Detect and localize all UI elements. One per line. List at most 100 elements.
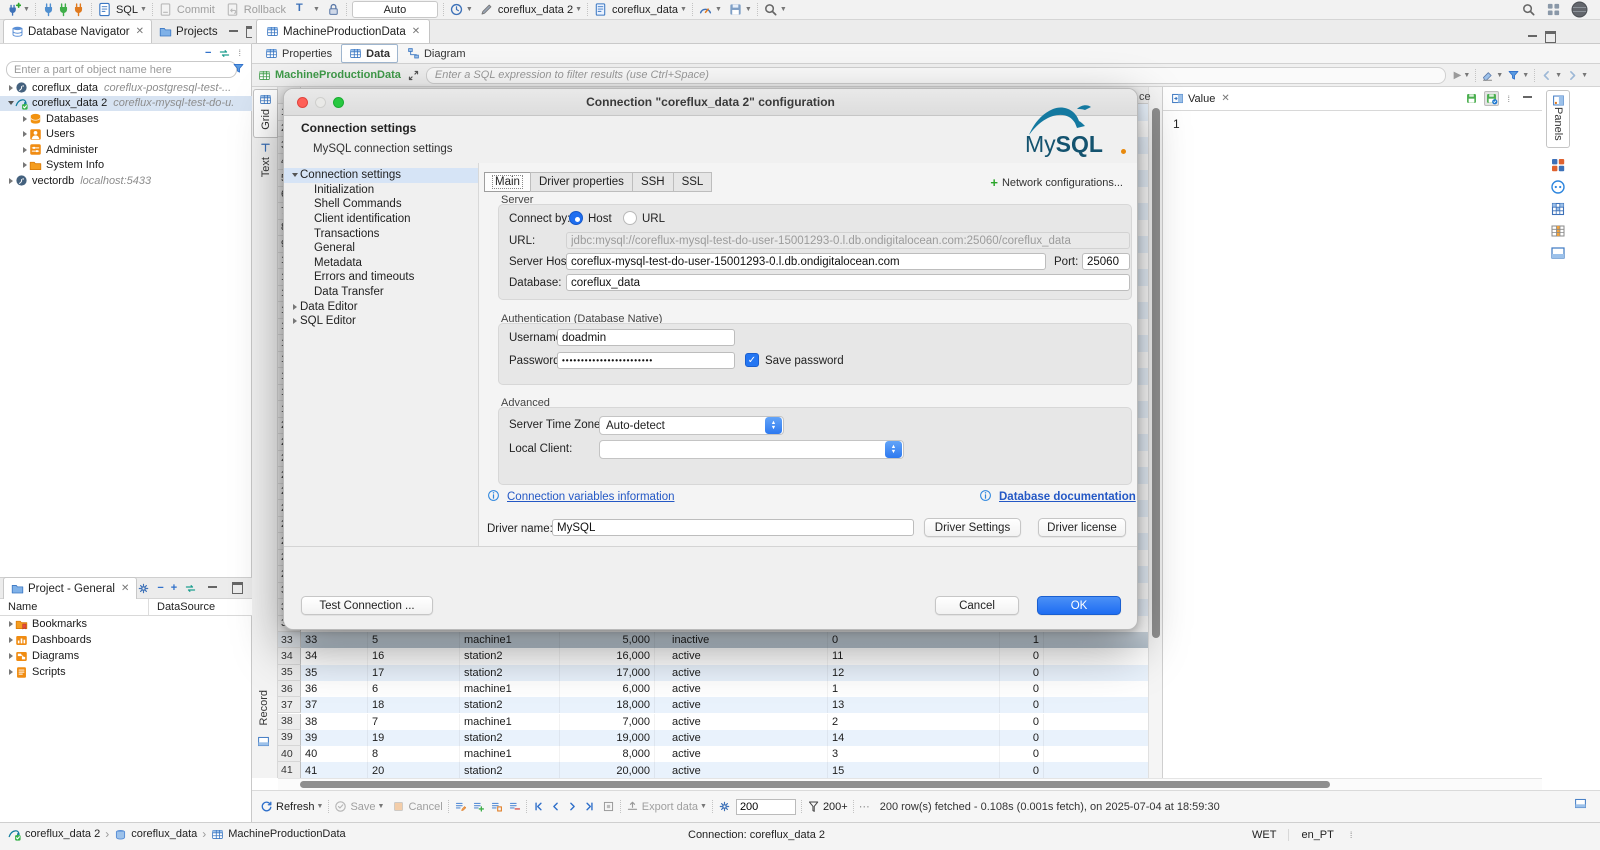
overflow-dots[interactable]: ⋯ — [859, 800, 870, 813]
table-cell[interactable]: 8 — [368, 746, 460, 763]
table-cell[interactable]: 0 — [1000, 648, 1044, 665]
database-field[interactable] — [566, 274, 1130, 291]
copy-row-icon[interactable] — [490, 800, 503, 813]
subtab-diagram[interactable]: Diagram — [400, 45, 473, 62]
dialog-tree-item-sql-editor[interactable]: SQL Editor — [284, 314, 478, 329]
table-cell[interactable]: 33 — [301, 632, 368, 649]
local-client-select[interactable]: ▲ ▼ — [599, 440, 904, 459]
dialog-tab-ssl[interactable]: SSL — [672, 172, 713, 192]
table-cell[interactable]: 16 — [368, 648, 460, 665]
panels-toggle-button[interactable]: Panels — [1546, 90, 1570, 148]
new-connection-icon[interactable] — [6, 2, 21, 17]
history-icon[interactable] — [449, 2, 464, 17]
filter-funnel-icon[interactable] — [232, 62, 245, 75]
table-cell[interactable]: 0 — [1000, 680, 1044, 698]
table-cell[interactable]: 3 — [828, 746, 1000, 763]
locale-label[interactable]: en_PT — [1288, 829, 1345, 841]
table-cell[interactable]: active — [664, 697, 828, 714]
table-cell[interactable]: 40 — [301, 746, 368, 763]
export-icon[interactable] — [728, 2, 743, 17]
driver-name-field[interactable] — [552, 519, 914, 536]
rollback-icon[interactable] — [225, 2, 240, 17]
table-cell[interactable]: machine1 — [460, 746, 560, 763]
dialog-tree-item-data-transfer[interactable]: Data Transfer — [284, 285, 478, 300]
save-password-checkbox[interactable]: ✓ — [745, 353, 759, 367]
status-menu-icon[interactable]: ⁞ — [1350, 830, 1354, 840]
table-cell[interactable]: 6,000 — [560, 680, 655, 698]
table-cell[interactable]: 0 — [828, 632, 1000, 649]
table-row[interactable]: 33 33 5 machine1 5,000 inactive 0 1 — [278, 632, 1162, 649]
minimize-icon[interactable] — [228, 29, 238, 35]
timezone-select[interactable]: Auto-detect ▲ ▼ — [599, 416, 784, 435]
dashboard-icon[interactable] — [698, 2, 713, 17]
sql-editor-label[interactable]: SQL — [116, 4, 138, 16]
refresh-icon[interactable] — [260, 800, 273, 813]
expand-filter-icon[interactable] — [407, 69, 420, 82]
table-cell[interactable]: 38 — [301, 713, 368, 730]
breadcrumb-item[interactable]: coreflux_data 2 — [8, 828, 100, 841]
table-cell[interactable]: 0 — [1000, 664, 1044, 681]
refresh-label[interactable]: Refresh — [276, 801, 315, 813]
table-cell[interactable]: 2 — [828, 713, 1000, 730]
save-label[interactable]: Save — [350, 801, 375, 813]
first-row-icon[interactable] — [532, 800, 545, 813]
metadata-panel-icon[interactable] — [1550, 157, 1566, 173]
driver-license-button[interactable]: Driver license — [1038, 518, 1126, 537]
row-number[interactable]: 40 — [278, 746, 301, 763]
dialog-tree-item-transactions[interactable]: Transactions — [284, 226, 478, 241]
cancel-label[interactable]: Cancel — [408, 801, 442, 813]
last-row-icon[interactable] — [583, 800, 596, 813]
table-cell[interactable]: machine1 — [460, 713, 560, 730]
dialog-tree-item-shell-commands[interactable]: Shell Commands — [284, 197, 478, 212]
zoom-traffic-light[interactable] — [333, 97, 344, 108]
value-content[interactable]: 1 — [1163, 111, 1542, 131]
sidebar-item-coreflux-data[interactable]: coreflux_data coreflux-postgresql-test-..… — [0, 80, 252, 96]
apps-grid-icon[interactable] — [1546, 2, 1561, 17]
table-cell[interactable]: 5 — [368, 632, 460, 649]
horizontal-scrollbar[interactable] — [278, 778, 1542, 790]
connect-icon[interactable] — [41, 2, 56, 17]
table-cell[interactable]: 11 — [828, 648, 1000, 665]
maximize-icon[interactable] — [232, 582, 244, 594]
table-cell[interactable]: 41 — [301, 762, 368, 778]
table-cell[interactable]: 15 — [828, 762, 1000, 778]
table-row[interactable]: 37 37 18 station2 18,000 active 13 0 — [278, 697, 1162, 714]
scrollbar-thumb[interactable] — [300, 781, 1330, 788]
table-cell[interactable]: 6 — [368, 680, 460, 698]
row-number[interactable]: 36 — [278, 680, 301, 698]
collapse-all-icon[interactable]: − — [205, 47, 211, 59]
apply-filter-icon[interactable]: ▶ — [1454, 70, 1462, 81]
port-field[interactable] — [1082, 253, 1130, 270]
table-cell[interactable]: 18 — [368, 697, 460, 714]
table-cell[interactable]: station2 — [460, 729, 560, 747]
sidebar-item-databases[interactable]: Databases — [0, 111, 252, 127]
dialog-tab-driver-properties[interactable]: Driver properties — [529, 172, 633, 192]
sidebar-item-coreflux-data-2[interactable]: coreflux_data 2 coreflux-mysql-test-do-u. — [0, 95, 252, 111]
table-cell[interactable]: 17,000 — [560, 664, 655, 681]
table-name-label[interactable]: MachineProductionData — [275, 69, 401, 81]
table-cell[interactable]: 0 — [1000, 746, 1044, 763]
dialog-tree-item-connection-settings[interactable]: Connection settings — [284, 168, 478, 183]
table-row[interactable]: 41 41 20 station2 20,000 active 15 0 — [278, 762, 1162, 778]
url-radio-label[interactable]: URL — [642, 213, 665, 225]
table-row[interactable]: 39 39 19 station2 19,000 active 14 0 — [278, 729, 1162, 747]
tab-projects[interactable]: Projects — [152, 20, 225, 43]
prev-row-icon[interactable] — [549, 800, 562, 813]
project-item-dashboards[interactable]: Dashboards — [0, 632, 252, 648]
edit-row-icon[interactable] — [454, 800, 467, 813]
dialog-tree-item-metadata[interactable]: Metadata — [284, 256, 478, 271]
table-cell[interactable]: 18,000 — [560, 697, 655, 714]
table-cell[interactable]: 20 — [368, 762, 460, 778]
row-number[interactable]: 38 — [278, 713, 301, 730]
global-search-icon[interactable] — [1521, 2, 1536, 17]
text-presentation-tab[interactable]: Text — [253, 137, 278, 186]
dialog-tree-item-general[interactable]: General — [284, 241, 478, 256]
active-connection-icon[interactable] — [479, 2, 494, 17]
minimize-traffic-light[interactable] — [315, 97, 326, 108]
row-number[interactable]: 41 — [278, 762, 301, 778]
table-cell[interactable]: station2 — [460, 697, 560, 714]
search-dropdown-icon[interactable] — [763, 2, 778, 17]
row-number[interactable]: 37 — [278, 697, 301, 714]
sidebar-item-users[interactable]: Users — [0, 127, 252, 143]
table-cell[interactable]: 5,000 — [560, 632, 655, 649]
